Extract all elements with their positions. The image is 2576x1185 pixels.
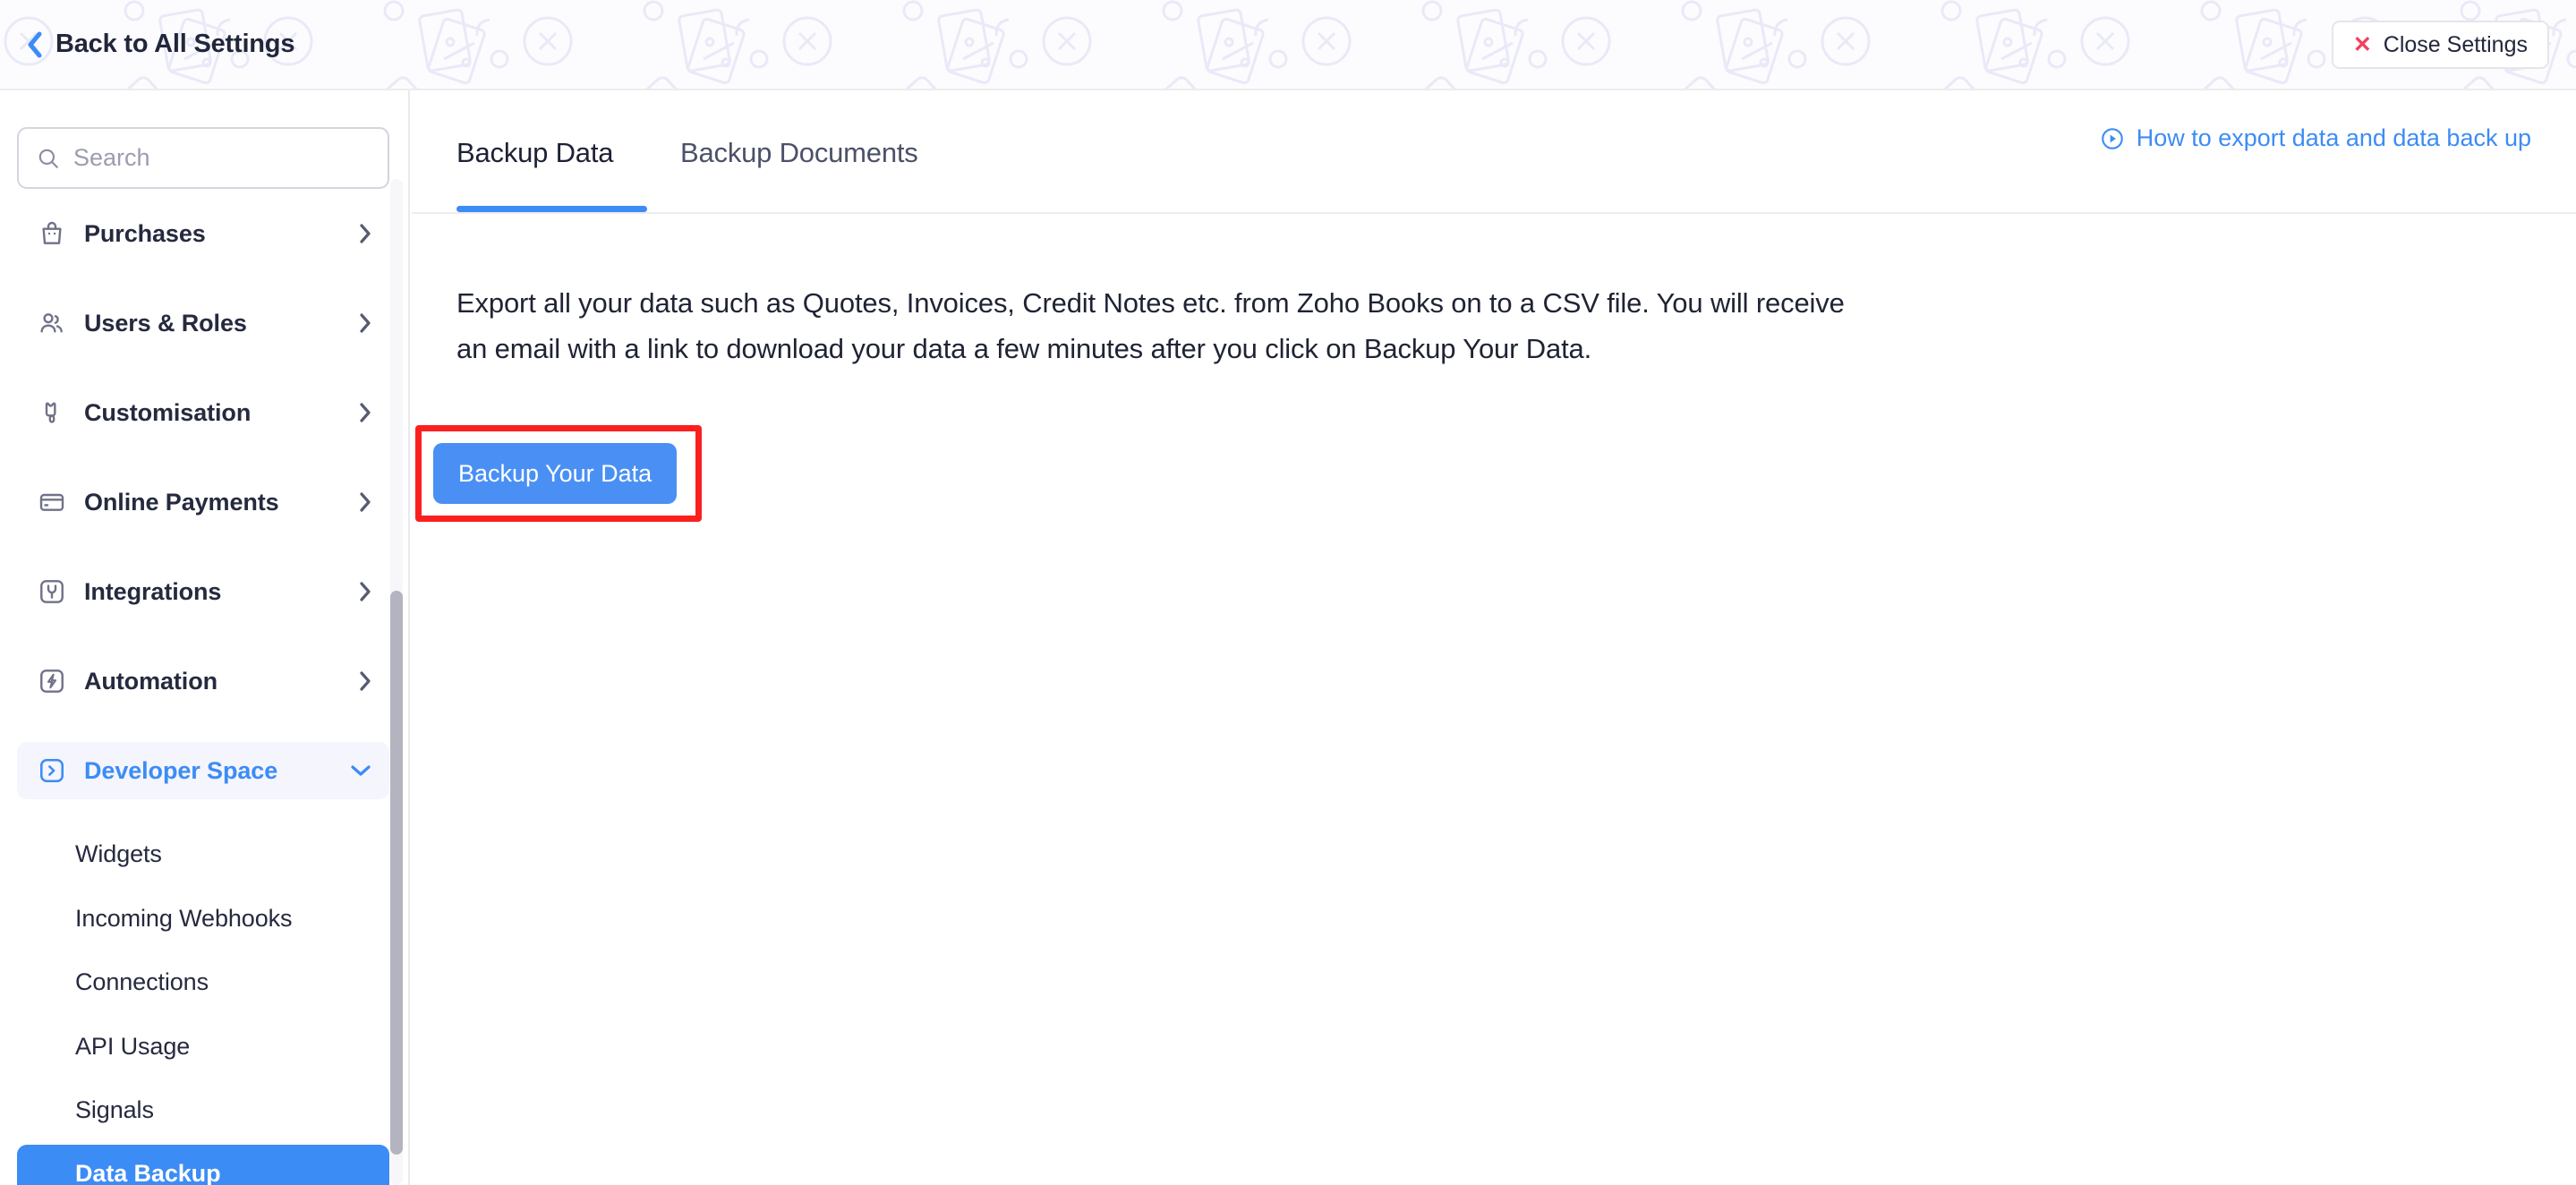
tab-bar: Backup Data Backup Documents How to expo… [412,90,2576,214]
active-tab-underline [456,206,647,212]
play-circle-icon [2101,127,2123,149]
sidebar-item-label: Online Payments [84,488,279,516]
how-to-export-label: How to export data and data back up [2136,124,2531,151]
sidebar-item-developer-space[interactable]: Developer Space [17,742,389,799]
sidebar-subitem-incoming-webhooks[interactable]: Incoming Webhooks [17,890,389,947]
sidebar-item-users-roles[interactable]: Users & Roles [17,294,389,352]
backup-your-data-button[interactable]: Backup Your Data [433,443,678,504]
sidebar-item-integrations[interactable]: Integrations [17,563,389,620]
close-settings-label: Close Settings [2383,31,2528,57]
decorative-document-pattern-icon [0,0,2576,89]
credit-card-icon [34,484,70,520]
sidebar-subitem-label: Signals [75,1095,154,1123]
chevron-right-icon [358,669,372,693]
how-to-export-link[interactable]: How to export data and data back up [2100,124,2531,152]
back-to-all-settings-link[interactable]: Back to All Settings [27,0,294,89]
search-icon [38,149,58,168]
users-icon [34,305,70,341]
tab-backup-documents[interactable]: Backup Documents [680,137,918,169]
sidebar-item-automation[interactable]: Automation [17,652,389,710]
search-input[interactable] [73,144,369,172]
sidebar-nav: Purchases Users & Roles Customisation On… [0,205,410,1185]
sidebar-subitem-connections[interactable]: Connections [17,953,389,1010]
sidebar-subitem-label: Incoming Webhooks [75,904,293,932]
chevron-right-icon [358,580,372,603]
chevron-left-icon [28,31,42,57]
tab-label: Backup Documents [680,137,918,168]
settings-sidebar: Purchases Users & Roles [0,90,410,1185]
tab-label: Backup Data [456,137,614,168]
sidebar-subitem-label: Widgets [75,840,162,867]
chevron-right-icon [358,401,372,424]
sidebar-item-label: Developer Space [84,756,278,784]
sidebar-subitem-data-backup[interactable]: Data Backup [17,1145,389,1185]
sidebar-item-online-payments[interactable]: Online Payments [17,473,389,531]
chevron-right-icon [358,311,372,335]
close-settings-button[interactable]: ✕ Close Settings [2331,21,2549,69]
sidebar-item-label: Automation [84,667,218,695]
sidebar-scrollbar-thumb[interactable] [390,591,403,1155]
sidebar-subitem-label: Data Backup [75,1159,221,1185]
sidebar-subitem-widgets[interactable]: Widgets [17,825,389,882]
sidebar-item-customisation[interactable]: Customisation [17,384,389,441]
code-square-icon [34,753,70,789]
sidebar-subitem-api-usage[interactable]: API Usage [17,1018,389,1075]
sidebar-subitem-label: Connections [75,968,209,995]
sidebar-item-label: Users & Roles [84,309,247,337]
plug-square-icon [34,574,70,610]
sidebar-item-purchases[interactable]: Purchases [17,205,389,262]
close-x-icon: ✕ [2352,31,2372,57]
search-box[interactable] [17,127,389,189]
backup-description: Export all your data such as Quotes, Inv… [456,287,1845,364]
main-content: Backup Data Backup Documents How to expo… [412,90,2576,1185]
chevron-right-icon [358,222,372,245]
bolt-square-icon [34,663,70,699]
tab-backup-data[interactable]: Backup Data [456,137,613,169]
sidebar-item-label: Integrations [84,577,222,605]
settings-header: Back to All Settings ✕ Close Settings [0,0,2576,90]
shopping-bag-icon [34,216,70,251]
sidebar-item-label: Purchases [84,219,206,247]
sidebar-subitem-signals[interactable]: Signals [17,1081,389,1138]
chevron-right-icon [358,490,372,514]
popsicle-icon [34,395,70,431]
sidebar-item-label: Customisation [84,398,252,426]
chevron-down-icon [349,763,372,778]
sidebar-subitem-label: API Usage [75,1032,191,1060]
back-link-label: Back to All Settings [55,30,295,58]
